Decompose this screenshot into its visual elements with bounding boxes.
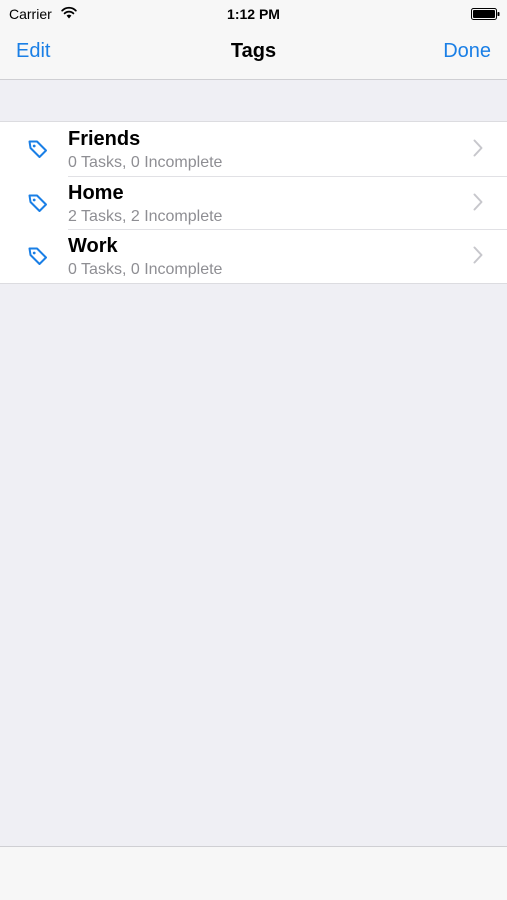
page-title: Tags <box>230 40 277 62</box>
battery-icon <box>471 8 500 20</box>
list-item-friends[interactable]: Friends 0 Tasks, 0 Incomplete <box>0 122 507 176</box>
navigation-bar: Edit Tags Done <box>0 28 507 80</box>
tag-icon <box>28 194 47 212</box>
tag-name: Friends <box>68 128 141 150</box>
tag-icon <box>28 140 47 158</box>
chevron-right-icon <box>473 246 483 264</box>
tag-summary: 0 Tasks, 0 Incomplete <box>68 154 223 171</box>
list-item-home[interactable]: Home 2 Tasks, 2 Incomplete <box>0 175 507 229</box>
tag-summary: 0 Tasks, 0 Incomplete <box>68 261 223 278</box>
tag-icon <box>28 247 47 265</box>
chevron-right-icon <box>473 193 483 210</box>
bottom-toolbar <box>0 846 507 900</box>
tag-name: Home <box>68 181 124 204</box>
screen: Carrier 1:12 PM Edit Tags Done Friends 0… <box>0 0 507 900</box>
tag-summary: 2 Tasks, 2 Incomplete <box>68 207 223 225</box>
clock: 1:12 PM <box>227 6 280 22</box>
list-item-work[interactable]: Work 0 Tasks, 0 Incomplete <box>0 229 507 283</box>
tag-list: Friends 0 Tasks, 0 Incomplete Home 2 Tas… <box>0 121 507 284</box>
done-button[interactable]: Done <box>443 40 491 63</box>
tag-name: Work <box>68 235 118 257</box>
status-bar: Carrier 1:12 PM <box>0 0 507 28</box>
chevron-right-icon <box>473 139 483 157</box>
